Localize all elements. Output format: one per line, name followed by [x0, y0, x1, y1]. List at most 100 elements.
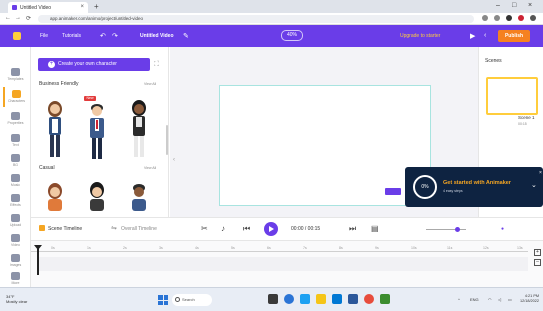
browser-tab-bar: Untitled Video × + – □ × [0, 0, 543, 13]
menu-tutorials[interactable]: Tutorials [62, 33, 81, 39]
tab-close-icon[interactable]: × [80, 4, 84, 10]
volume-icon[interactable]: ◁ [498, 297, 501, 302]
tray-chevron-icon[interactable]: ^ [458, 297, 460, 302]
character-business-man[interactable] [87, 101, 107, 161]
onboarding-toast[interactable]: 0% Get started with Animaker 4 easy step… [405, 167, 543, 207]
zoom-level[interactable]: 40% [281, 30, 303, 41]
overall-timeline-icon: ⇋ [111, 225, 117, 232]
video-title[interactable]: Untitled Video [140, 33, 174, 39]
create-character-button[interactable]: + Create your own character [38, 58, 150, 71]
system-clock[interactable]: 4:21 PM 12/18/2022 [520, 294, 539, 304]
sidebar-item-templates[interactable]: Templates [3, 65, 28, 85]
task-view-icon[interactable] [268, 294, 278, 304]
character-business-woman-2[interactable] [129, 99, 149, 159]
timecode: 00:00 / 00:15 [291, 226, 321, 232]
app-icon[interactable] [380, 294, 390, 304]
timeline-zoom-in-icon[interactable]: + [534, 249, 541, 256]
browser-menu-icon[interactable] [530, 15, 536, 21]
maximize-icon[interactable]: □ [512, 2, 516, 9]
sidebar-item-images[interactable]: Images [3, 251, 28, 271]
cut-icon[interactable]: ✂ [201, 224, 208, 233]
preview-icon[interactable]: ▶ [470, 32, 475, 40]
reload-icon[interactable]: ⟳ [26, 15, 31, 22]
expand-panel-icon[interactable]: ⛶ [154, 61, 159, 69]
skip-back-icon[interactable]: ⏮ [243, 224, 250, 234]
section-title-casual: Casual [39, 165, 55, 171]
tab-scene-timeline[interactable]: Scene Timeline [48, 226, 82, 232]
forward-icon[interactable]: → [15, 15, 21, 21]
character-business-woman[interactable] [45, 99, 65, 159]
taskbar-search[interactable]: Search [172, 294, 212, 306]
chrome-icon[interactable] [284, 294, 294, 304]
timeline-tick: 8s [339, 246, 343, 250]
skip-forward-icon[interactable]: ⏭ [349, 224, 356, 234]
word-icon[interactable] [348, 294, 358, 304]
sidebar-item-properties[interactable]: Properties [3, 109, 28, 129]
back-icon[interactable]: ← [5, 15, 11, 21]
subtitle-icon[interactable]: ▤ [371, 224, 379, 233]
edge-icon[interactable] [300, 294, 310, 304]
battery-icon[interactable]: ▭ [508, 297, 512, 302]
wifi-icon[interactable]: ◠ [488, 297, 492, 302]
weather-desc: Mostly clear [6, 299, 28, 304]
redo-icon[interactable]: ↷ [112, 32, 118, 40]
collapse-panel-icon[interactable]: ‹ [173, 157, 175, 163]
playhead[interactable] [34, 245, 42, 275]
settings-icon[interactable]: ● [501, 226, 504, 232]
view-all-casual-link[interactable]: View All [144, 166, 156, 170]
timeline-tick: 1s [87, 246, 91, 250]
chevron-down-icon[interactable]: ⌄ [531, 181, 537, 189]
publish-button[interactable]: Publish [498, 30, 530, 42]
character-casual-3[interactable] [129, 181, 149, 211]
store-icon[interactable] [332, 294, 342, 304]
character-casual-1[interactable] [45, 181, 65, 211]
timeline-zoom-slider[interactable] [426, 229, 466, 230]
sidebar-item-more[interactable]: More [3, 269, 28, 285]
sidebar-item-characters[interactable]: Characters [3, 87, 28, 107]
sidebar-item-label: Effects [10, 203, 21, 207]
video-icon [11, 234, 20, 242]
character-casual-2[interactable] [87, 181, 107, 211]
panel-scrollbar[interactable] [166, 125, 168, 155]
sidebar-item-upload[interactable]: Upload [3, 211, 28, 231]
window-close-icon[interactable]: × [528, 2, 532, 9]
scene-thumbnail[interactable] [486, 77, 538, 115]
share-icon[interactable] [494, 15, 500, 21]
sidebar-item-text[interactable]: Text [3, 131, 28, 151]
animaker-logo-icon[interactable] [13, 32, 21, 40]
timeline-track[interactable] [39, 257, 528, 271]
sidebar-item-label: Music [10, 183, 21, 187]
sidebar-item-bg[interactable]: BG [3, 151, 28, 171]
edit-title-icon[interactable]: ✎ [183, 32, 189, 40]
browser-tab[interactable]: Untitled Video × [8, 2, 88, 13]
undo-icon[interactable]: ↶ [100, 32, 106, 40]
play-button[interactable] [264, 222, 278, 236]
slider-knob[interactable] [455, 227, 460, 232]
file-explorer-icon[interactable] [316, 294, 326, 304]
sidebar-item-effects[interactable]: Effects [3, 191, 28, 211]
sidebar-item-label: Characters [7, 99, 26, 103]
url-field[interactable]: app.animaker.com/animo/project/untitled-… [38, 15, 474, 23]
timeline-zoom-out-icon[interactable]: – [534, 259, 541, 266]
extensions-puzzle-icon[interactable] [506, 15, 512, 21]
share-link-icon[interactable]: ‹ [484, 32, 486, 39]
profile-avatar-icon[interactable] [518, 15, 524, 21]
templates-icon [11, 68, 20, 76]
windows-start-icon[interactable] [158, 295, 168, 305]
upgrade-link[interactable]: Upgrade to starter [400, 33, 440, 39]
view-all-business-link[interactable]: View All [144, 82, 156, 86]
minimize-icon[interactable]: – [496, 2, 500, 9]
sidebar-item-video[interactable]: Video [3, 231, 28, 251]
weather-widget[interactable]: 34°F Mostly clear [6, 294, 27, 304]
language-indicator[interactable]: ENG [470, 297, 479, 302]
animaker-favicon-icon [12, 5, 17, 10]
taskbar-search-label: Search [182, 297, 195, 302]
new-tab-icon[interactable]: + [94, 2, 99, 11]
tab-overall-timeline[interactable]: Overall Timeline [121, 226, 157, 232]
menu-file[interactable]: File [40, 33, 48, 39]
sidebar-item-music[interactable]: Music [3, 171, 28, 191]
toast-close-icon[interactable]: × [539, 170, 542, 176]
extension-icon[interactable] [482, 15, 488, 21]
microphone-icon[interactable]: ♪ [221, 224, 225, 233]
browser-app-icon[interactable] [364, 294, 374, 304]
